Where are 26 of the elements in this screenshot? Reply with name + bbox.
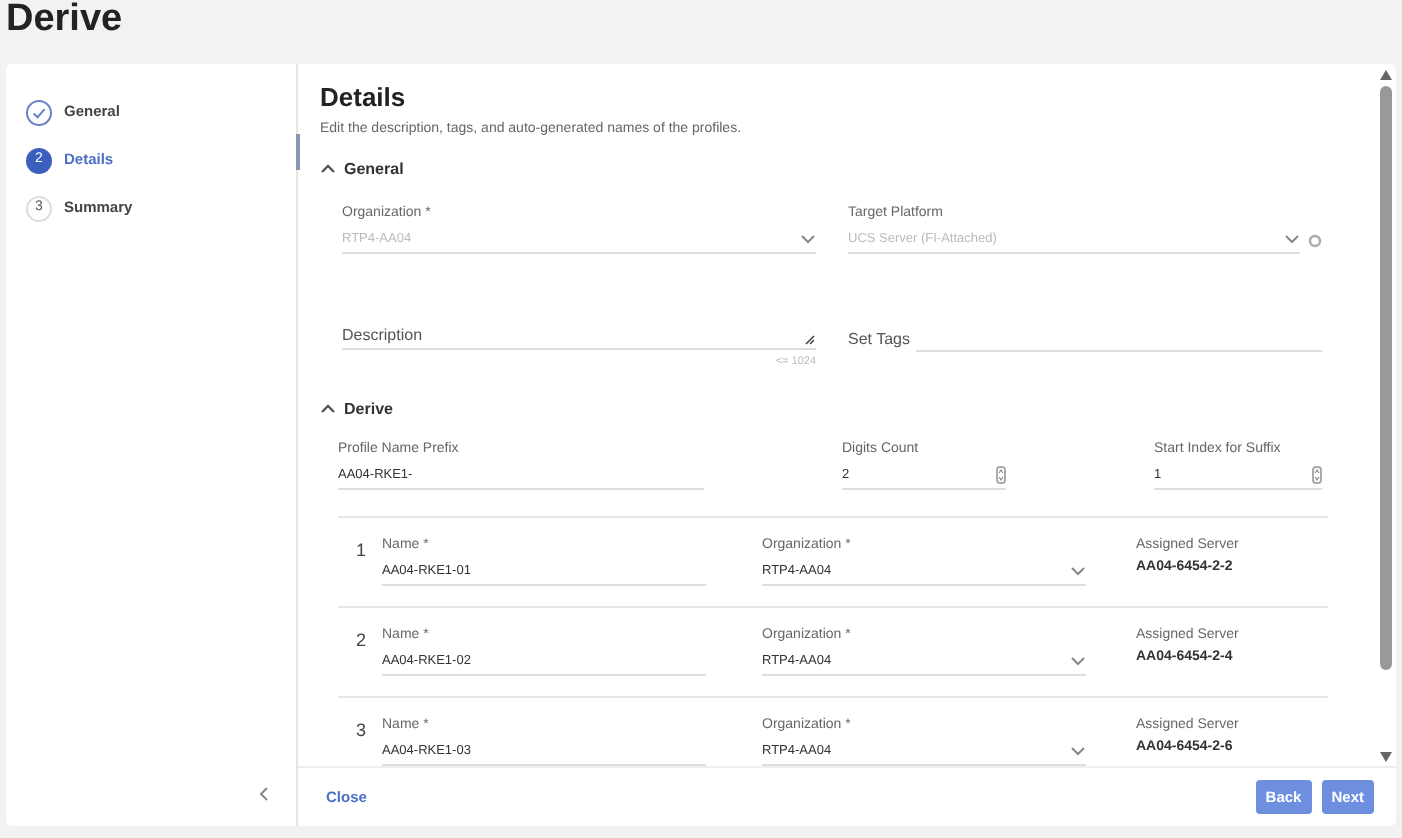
chevron-down-icon bbox=[1070, 654, 1086, 669]
chevron-down-icon bbox=[1284, 232, 1300, 246]
chevron-up-icon bbox=[320, 402, 336, 417]
row-number: 2 bbox=[354, 627, 369, 654]
section-heading: Details bbox=[320, 82, 408, 114]
active-step-indicator bbox=[296, 134, 300, 170]
scroll-up-icon bbox=[1380, 70, 1392, 80]
field-label: Set Tags bbox=[848, 327, 910, 351]
check-circle-icon bbox=[26, 99, 52, 125]
stepper-icon bbox=[1312, 466, 1322, 485]
chevron-up-icon bbox=[320, 162, 336, 176]
scrollbar-thumb[interactable] bbox=[1380, 86, 1392, 670]
section-toggle[interactable]: General bbox=[320, 157, 1332, 181]
chevron-down-icon bbox=[1070, 744, 1086, 759]
stepper-icon bbox=[996, 466, 1006, 485]
scroll-down-icon bbox=[1380, 752, 1392, 762]
page-title: Derive bbox=[4, 0, 125, 44]
settings-icon bbox=[1308, 233, 1322, 247]
chevron-down-icon bbox=[800, 232, 816, 246]
description-field[interactable]: Description bbox=[342, 321, 816, 349]
section-toggle[interactable]: Derive bbox=[320, 397, 1332, 422]
chevron-down-icon bbox=[1070, 564, 1086, 579]
collapse-icon bbox=[258, 786, 270, 802]
row-number: 1 bbox=[354, 537, 369, 564]
resize-handle-icon bbox=[804, 333, 816, 345]
row-number: 3 bbox=[354, 717, 369, 744]
